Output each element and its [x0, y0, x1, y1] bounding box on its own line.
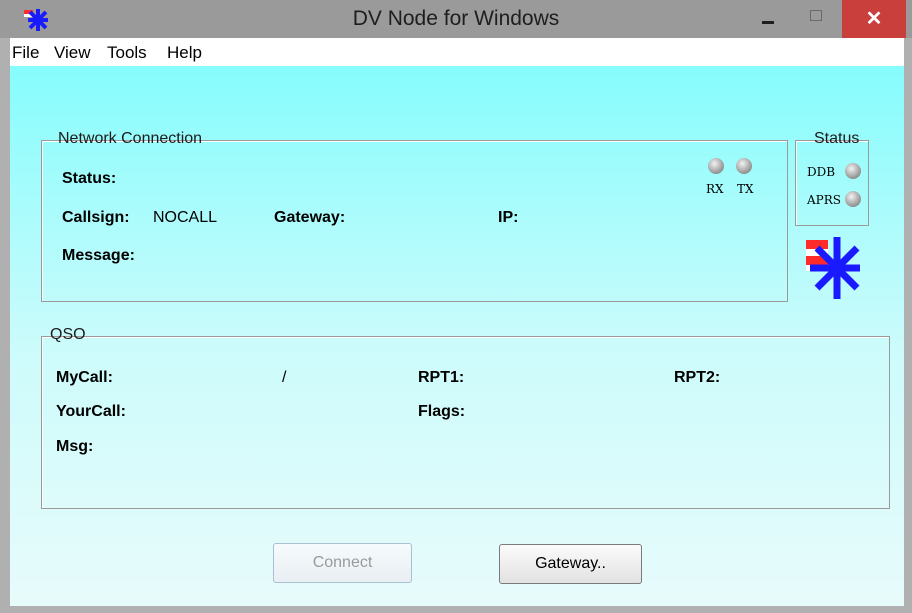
minimize-button[interactable] [746, 0, 792, 38]
network-connection-group: Network Connection Status: Callsign: NOC… [41, 130, 788, 302]
msg-label: Msg: [56, 438, 94, 455]
status-label: Status: [62, 170, 117, 187]
aprs-led-icon [845, 191, 861, 207]
maximize-icon [810, 10, 822, 21]
rpt2-label: RPT2: [674, 369, 721, 386]
gateway-button[interactable]: Gateway.. [499, 544, 642, 584]
yourcall-label: YourCall: [56, 403, 126, 420]
client-area: File View Tools Help Network Connection … [10, 38, 904, 606]
app-window: DV Node for Windows ✕ File View Tools He… [0, 0, 912, 613]
menu-help[interactable]: Help [167, 43, 202, 63]
tx-led-icon [736, 158, 752, 174]
close-icon: ✕ [865, 8, 883, 30]
ddb-led-icon [845, 163, 861, 179]
gateway-label: Gateway: [274, 209, 346, 226]
title-bar[interactable]: DV Node for Windows ✕ [0, 0, 912, 38]
menu-view[interactable]: View [54, 43, 91, 63]
menu-tools[interactable]: Tools [107, 43, 147, 63]
rx-label: RX [706, 182, 724, 196]
tx-label: TX [737, 182, 754, 196]
menu-file[interactable]: File [12, 43, 39, 63]
rpt1-label: RPT1: [418, 369, 465, 386]
ddb-label: DDB [807, 165, 836, 179]
status-group-title: Status [814, 130, 860, 147]
ip-label: IP: [498, 209, 519, 226]
menu-bar: File View Tools Help [10, 38, 904, 66]
status-group: Status DDB APRS [795, 130, 869, 226]
close-button[interactable]: ✕ [842, 0, 906, 38]
qso-group: QSO MyCall: / RPT1: RPT2: YourCall: Flag… [41, 326, 890, 509]
aprs-label: APRS [807, 193, 841, 207]
message-label: Message: [62, 247, 135, 264]
callsign-value: NOCALL [153, 209, 218, 226]
minimize-icon [762, 21, 774, 24]
dv-logo-icon [806, 237, 860, 299]
callsign-label: Callsign: [62, 209, 130, 226]
flags-label: Flags: [418, 403, 466, 420]
connect-button[interactable]: Connect [273, 543, 412, 583]
rx-led-icon [708, 158, 724, 174]
qso-group-title: QSO [50, 326, 86, 343]
network-group-title: Network Connection [58, 130, 203, 147]
mycall-label: MyCall: [56, 369, 113, 386]
maximize-button[interactable] [794, 0, 840, 38]
mycall-separator: / [282, 369, 287, 386]
